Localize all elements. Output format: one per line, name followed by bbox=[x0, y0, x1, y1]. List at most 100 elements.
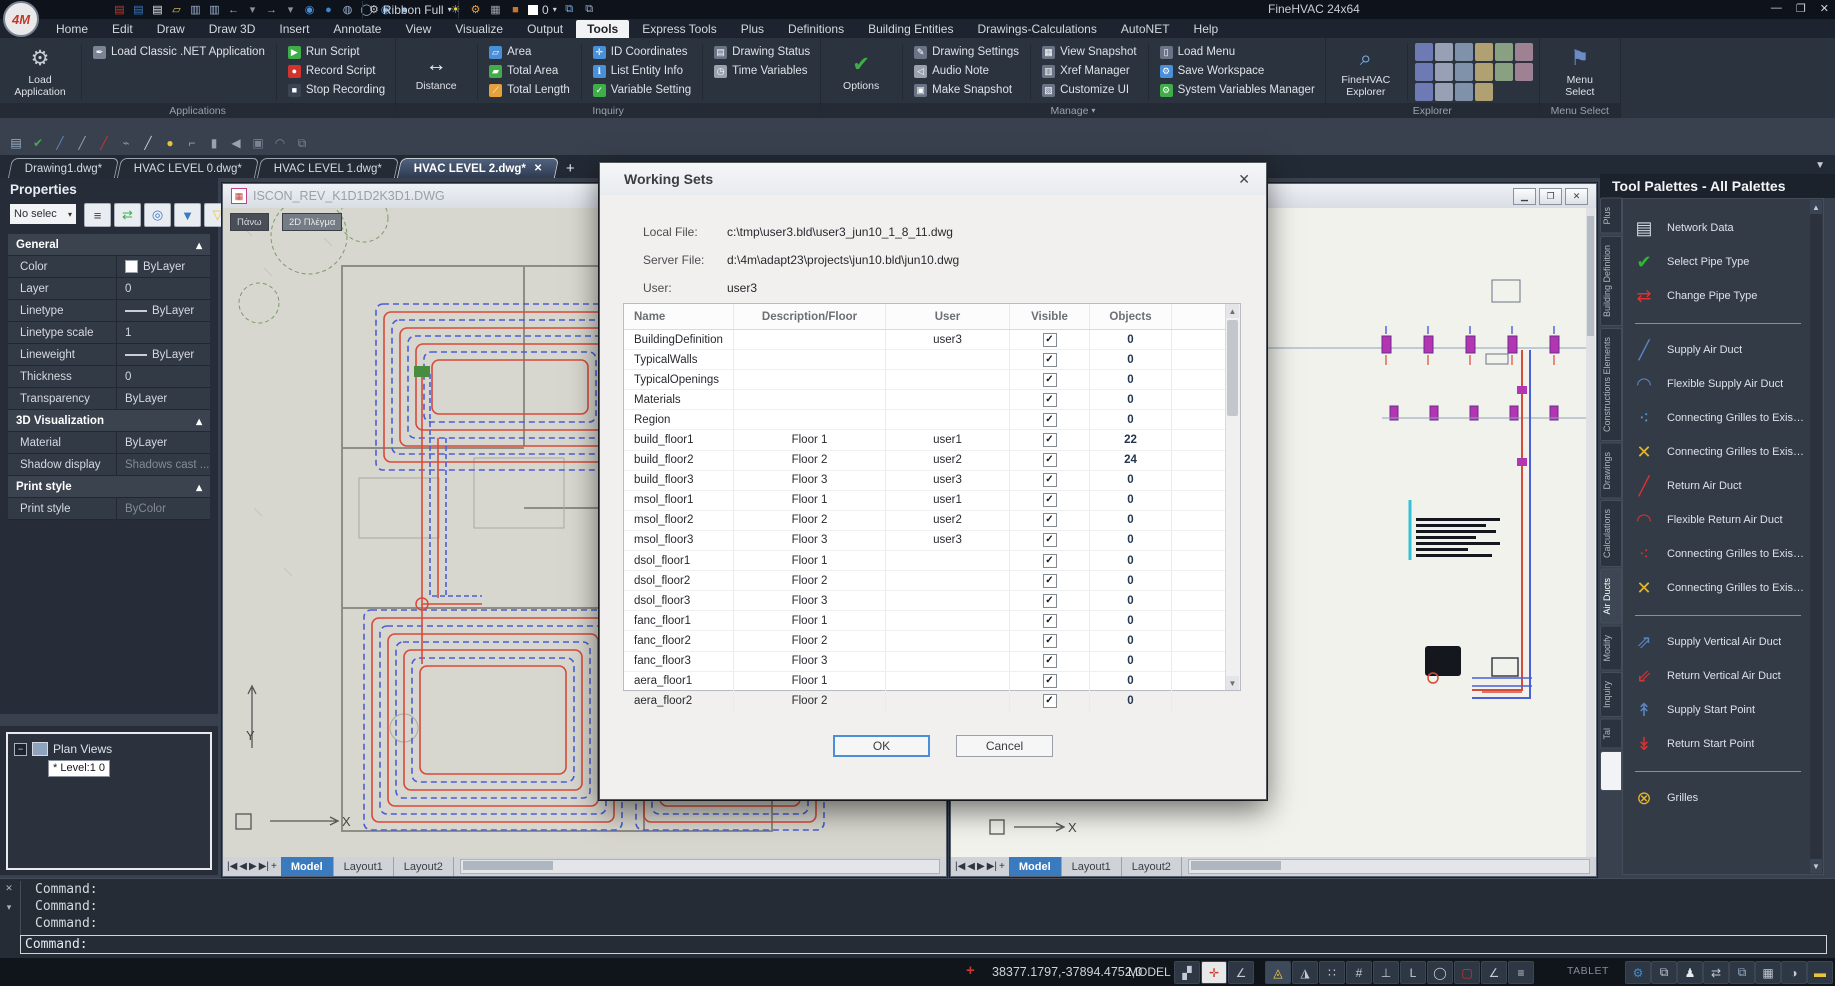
explorer-tool-icon[interactable] bbox=[1475, 63, 1493, 81]
table-row[interactable]: build_floor1Floor 1user1✓22 bbox=[624, 430, 1240, 450]
menu-tab-edit[interactable]: Edit bbox=[101, 20, 144, 38]
select-objects-icon[interactable]: ▼ bbox=[174, 203, 201, 227]
visible-checkbox[interactable]: ✓ bbox=[1043, 413, 1057, 427]
area-button[interactable]: ▱Area bbox=[485, 43, 574, 61]
menu-select-button[interactable]: ⚑MenuSelect bbox=[1546, 41, 1614, 103]
plan-views-level-item[interactable]: * Level:1 0 bbox=[48, 760, 110, 777]
chevron-down-icon[interactable]: ▼ bbox=[1815, 160, 1825, 171]
menu-tab-express-tools[interactable]: Express Tools bbox=[631, 20, 727, 38]
chevron-down-icon[interactable]: ▾ bbox=[553, 5, 557, 14]
save-workspace-button[interactable]: ⚙Save Workspace bbox=[1156, 62, 1319, 80]
layout-tab-layout2[interactable]: Layout2 bbox=[394, 857, 454, 876]
layer-indicator[interactable]: 0▾ bbox=[528, 3, 557, 17]
palette-item-supply-air-duct[interactable]: ╱Supply Air Duct bbox=[1631, 335, 1805, 365]
palette-item-change-pipe-type[interactable]: ⇄Change Pipe Type bbox=[1631, 281, 1805, 311]
save-icon[interactable]: ▥ bbox=[188, 2, 203, 17]
layout-nav-icon[interactable]: ◀ bbox=[239, 861, 247, 872]
notes-icon[interactable]: ▬ bbox=[1807, 961, 1833, 984]
explorer-tool-icon[interactable] bbox=[1495, 63, 1513, 81]
load-menu-button[interactable]: ▯Load Menu bbox=[1156, 43, 1319, 61]
ortho-icon[interactable]: L bbox=[1400, 961, 1426, 984]
lineweight-icon[interactable]: ≡ bbox=[1508, 961, 1534, 984]
polar-tracking-icon[interactable]: ∠ bbox=[1228, 961, 1254, 984]
monitor-icon[interactable]: ⧉ bbox=[1729, 961, 1755, 984]
table-row[interactable]: TypicalWalls✓0 bbox=[624, 350, 1240, 370]
load-application-button[interactable]: ⚙LoadApplication bbox=[6, 41, 74, 103]
menu-tab-tools[interactable]: Tools bbox=[576, 20, 629, 38]
table-row[interactable]: BuildingDefinitionuser3✓0 bbox=[624, 330, 1240, 350]
explorer-tool-icon[interactable] bbox=[1455, 83, 1473, 101]
scroll-up-icon[interactable]: ▲ bbox=[1226, 304, 1239, 318]
palette-item-connecting-grilles-to-existing-duct-[interactable]: ✕Connecting Grilles to Existing Duct ... bbox=[1631, 437, 1805, 467]
table-row[interactable]: msol_floor2Floor 2user2✓0 bbox=[624, 511, 1240, 531]
collapse-arrow-icon[interactable]: ▴ bbox=[196, 414, 202, 428]
property-value[interactable]: 0 bbox=[117, 278, 210, 299]
doc-tab-hvac-level-0-dwg-[interactable]: HVAC LEVEL 0.dwg* bbox=[117, 158, 259, 178]
explorer-tool-icon[interactable] bbox=[1455, 63, 1473, 81]
visible-checkbox[interactable]: ✓ bbox=[1043, 614, 1057, 628]
column-header-user[interactable]: User bbox=[886, 304, 1010, 329]
palette-item-flexible-supply-air-duct[interactable]: ◠Flexible Supply Air Duct bbox=[1631, 369, 1805, 399]
menu-tab-annotate[interactable]: Annotate bbox=[322, 20, 392, 38]
visible-checkbox[interactable]: ✓ bbox=[1043, 393, 1057, 407]
check-icon[interactable]: ✔ bbox=[30, 135, 46, 151]
workspace-monitor-icon[interactable]: ⧉ bbox=[562, 2, 577, 17]
visible-checkbox[interactable]: ✓ bbox=[1043, 513, 1057, 527]
property-row-color[interactable]: ColorByLayer bbox=[8, 256, 210, 278]
menu-tab-output[interactable]: Output bbox=[516, 20, 574, 38]
palette-tab-stub[interactable] bbox=[1600, 751, 1622, 791]
section-header-print-style[interactable]: Print style▴ bbox=[8, 476, 210, 498]
layout-nav-icon[interactable]: |◀ bbox=[227, 861, 237, 872]
column-header-description-floor[interactable]: Description/Floor bbox=[734, 304, 886, 329]
palette-item-return-vertical-air-duct[interactable]: ⇙Return Vertical Air Duct bbox=[1631, 661, 1805, 691]
maximize-icon[interactable]: ❐ bbox=[1796, 2, 1806, 15]
sync-icon[interactable]: ⇄ bbox=[1703, 961, 1729, 984]
palette-tab-constructions-elements[interactable]: Constructions Elements bbox=[1600, 328, 1622, 441]
bld-red-icon[interactable]: ▤ bbox=[112, 2, 127, 17]
user-icon[interactable]: ♟ bbox=[1677, 961, 1703, 984]
child-restore-icon[interactable]: ❐ bbox=[1539, 188, 1562, 205]
layout-tab-layout1[interactable]: Layout1 bbox=[334, 857, 394, 876]
stop-recording-button[interactable]: ■Stop Recording bbox=[284, 81, 389, 99]
grid-2d-button[interactable]: 2D Πλέγμα bbox=[282, 213, 342, 231]
time-variables-button[interactable]: ◷Time Variables bbox=[710, 62, 814, 80]
system-variables-manager-button[interactable]: ⚙System Variables Manager bbox=[1156, 81, 1319, 99]
palette-scrollbar[interactable]: ▲ ▼ bbox=[1810, 200, 1822, 873]
sphere-icon[interactable]: ● bbox=[321, 2, 336, 17]
table-row[interactable]: dsol_floor1Floor 1✓0 bbox=[624, 551, 1240, 571]
toggle-value-icon[interactable]: ⇄ bbox=[114, 203, 141, 227]
palette-item-select-pipe-type[interactable]: ✔Select Pipe Type bbox=[1631, 247, 1805, 277]
ok-button[interactable]: OK bbox=[833, 735, 930, 757]
visible-checkbox[interactable]: ✓ bbox=[1043, 654, 1057, 668]
make-snapshot-button[interactable]: ▣Make Snapshot bbox=[910, 81, 1023, 99]
table-row[interactable]: build_floor3Floor 3user3✓0 bbox=[624, 471, 1240, 491]
quick-select-icon[interactable]: ◎ bbox=[144, 203, 171, 227]
table-row[interactable]: Region✓0 bbox=[624, 410, 1240, 430]
plan-view-button[interactable]: Πάνω bbox=[230, 213, 269, 231]
finehvac-explorer-button[interactable]: ⌕FineHVACExplorer bbox=[1332, 41, 1400, 103]
table-row[interactable]: aera_floor1Floor 1✓0 bbox=[624, 672, 1240, 692]
property-row-material[interactable]: MaterialByLayer bbox=[8, 432, 210, 454]
table-row[interactable]: Materials✓0 bbox=[624, 390, 1240, 410]
point-yellow-icon[interactable]: ● bbox=[162, 135, 178, 151]
minimize-icon[interactable]: — bbox=[1771, 2, 1782, 15]
table-row[interactable]: fanc_floor3Floor 3✓0 bbox=[624, 652, 1240, 672]
palette-tab-plus[interactable]: Plus bbox=[1600, 198, 1622, 234]
bld-blue-icon[interactable]: ▤ bbox=[131, 2, 146, 17]
variable-setting-button[interactable]: ✓Variable Setting bbox=[589, 81, 695, 99]
layout-nav-icon[interactable]: ▶| bbox=[259, 861, 269, 872]
child-minimize-icon[interactable]: ▁ bbox=[1513, 188, 1536, 205]
line-blue-icon[interactable]: ╱ bbox=[52, 135, 68, 151]
property-row-lineweight[interactable]: LineweightByLayer bbox=[8, 344, 210, 366]
palette-item-connecting-grilles-to-existing-duct[interactable]: ⁖Connecting Grilles to Existing Duct bbox=[1631, 539, 1805, 569]
open-folder-icon[interactable]: ▱ bbox=[169, 2, 184, 17]
drawing-settings-button[interactable]: ✎Drawing Settings bbox=[910, 43, 1023, 61]
layout-switch-icon[interactable]: ⧉ bbox=[1651, 961, 1677, 984]
command-input[interactable]: Command: bbox=[20, 935, 1827, 954]
layout-nav-icon[interactable]: ▶ bbox=[249, 861, 257, 872]
id-coordinates-button[interactable]: ✛ID Coordinates bbox=[589, 43, 695, 61]
selection-cycling-icon[interactable]: ▢ bbox=[1454, 961, 1480, 984]
table-row[interactable]: aera_floor2Floor 2✓0 bbox=[624, 692, 1240, 712]
close-icon[interactable]: ✕ bbox=[534, 163, 542, 174]
property-value[interactable]: ByLayer bbox=[117, 344, 210, 365]
